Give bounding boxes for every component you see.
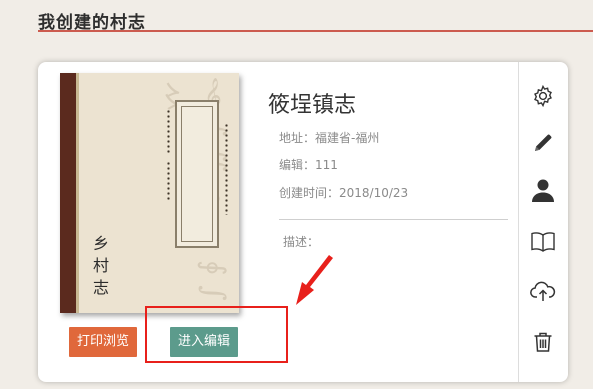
book-text-column-3 [225, 123, 228, 215]
members-button[interactable] [529, 176, 557, 204]
pencil-icon [535, 134, 552, 151]
village-record-card: 𝄞 ∫ ∬ § ≈ ∮ ∫ 〻 乡 村 志 筱埕镇志 地址：福建省-福州 编辑：… [38, 62, 568, 382]
action-column-divider [518, 62, 519, 382]
book-cover-title: 乡 村 志 [91, 233, 111, 299]
book-spine [60, 73, 76, 313]
catalog-button[interactable] [529, 228, 557, 256]
gear-icon [534, 84, 552, 108]
record-address: 地址：福建省-福州 [279, 131, 380, 145]
book-cover-title-char: 乡 [92, 234, 109, 253]
book-text-column-1 [167, 109, 170, 155]
settings-button[interactable] [529, 82, 557, 110]
user-icon [532, 179, 554, 202]
record-editor: 编辑：111 [279, 158, 338, 172]
print-preview-button[interactable]: 打印浏览 [69, 327, 137, 357]
info-divider [279, 219, 508, 220]
trash-icon [534, 332, 552, 352]
book-cover[interactable]: 𝄞 ∫ ∬ § ≈ ∮ ∫ 〻 乡 村 志 [60, 73, 239, 313]
upload-button[interactable] [529, 277, 557, 305]
book-cover-title-char: 志 [92, 278, 109, 297]
book-label-inner-frame [181, 106, 213, 242]
book-label-panel [175, 100, 219, 248]
book-cover-title-char: 村 [92, 256, 109, 275]
edit-info-button[interactable] [529, 129, 557, 157]
annotation-highlight-box [145, 306, 288, 363]
cloud-upload-icon [530, 281, 556, 301]
delete-button[interactable] [529, 328, 557, 356]
record-description-label: 描述： [283, 235, 320, 249]
record-title: 筱埕镇志 [268, 93, 357, 118]
section-title-underline [38, 30, 593, 32]
record-created-time: 创建时间：2018/10/23 [279, 186, 409, 200]
book-spine-edge [76, 73, 79, 313]
book-text-column-2 [167, 161, 170, 201]
book-icon [531, 232, 555, 252]
